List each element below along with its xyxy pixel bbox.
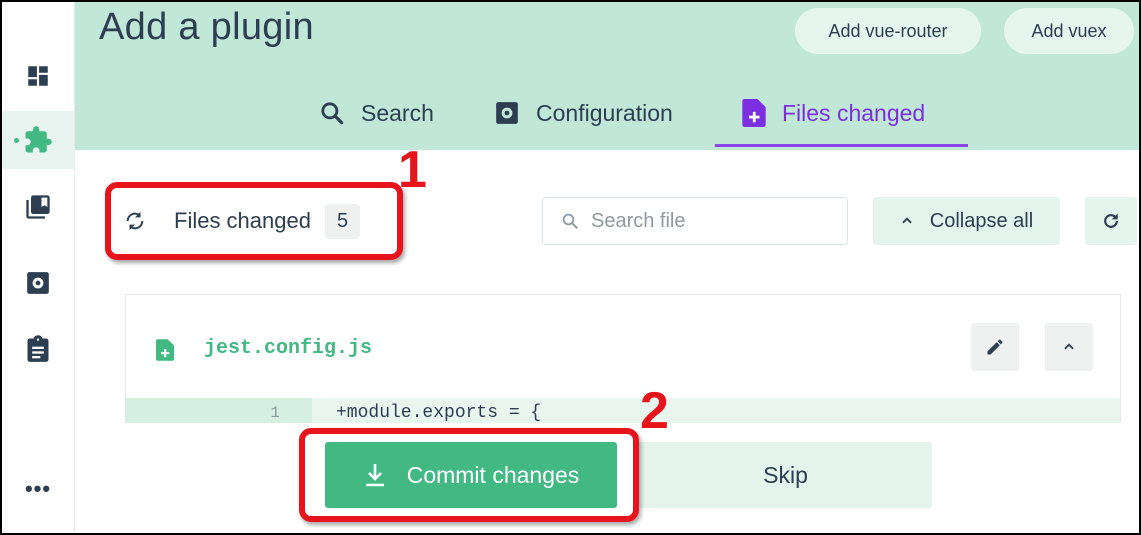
callout-box-1: [105, 182, 403, 260]
file-name[interactable]: jest.config.js: [204, 337, 372, 360]
file-plus-icon: [156, 339, 174, 361]
add-vuex-button[interactable]: Add vuex: [1004, 8, 1134, 54]
sidebar-item-configuration[interactable]: [2, 254, 74, 312]
more-icon[interactable]: •••: [2, 460, 74, 518]
refresh-button[interactable]: [1085, 197, 1137, 245]
sidebar-item-tasks[interactable]: [2, 320, 74, 378]
chevron-up-icon: [1064, 343, 1074, 350]
file-diff-card: jest.config.js 1 +module.exports = {: [125, 294, 1121, 423]
file-plus-icon: [742, 99, 766, 127]
dashboard-icon: [28, 66, 48, 86]
sidebar: •••: [2, 2, 75, 533]
active-tab-indicator: [715, 144, 968, 147]
tab-files-changed[interactable]: Files changed: [742, 80, 925, 146]
search-icon: [319, 100, 345, 126]
sidebar-item-plugins[interactable]: [2, 111, 74, 169]
tab-search[interactable]: Search: [319, 80, 434, 146]
page-title: Add a plugin: [99, 6, 314, 48]
tab-label: Files changed: [782, 99, 926, 126]
tab-label: Search: [361, 99, 434, 126]
sidebar-item-dashboard[interactable]: [2, 47, 74, 105]
clipboard-icon: [27, 335, 49, 362]
app-window: ••• Add a plugin Add vue-router Add vuex…: [0, 0, 1141, 535]
sidebar-item-dependencies[interactable]: [2, 178, 74, 236]
diff-line: 1 +module.exports = {: [126, 398, 1120, 423]
skip-button[interactable]: Skip: [639, 442, 932, 508]
pencil-icon: [987, 339, 1003, 355]
add-vue-router-button[interactable]: Add vue-router: [795, 8, 981, 54]
tab-configuration[interactable]: Configuration: [494, 80, 673, 146]
settings-box-icon: [494, 100, 520, 126]
settings-box-icon: [27, 272, 49, 294]
line-code: +module.exports = {: [312, 398, 1120, 423]
line-number: 1: [126, 398, 312, 423]
collapse-file-button[interactable]: [1045, 323, 1093, 371]
library-icon: [26, 195, 50, 219]
refresh-icon: [1104, 213, 1118, 228]
edit-file-button[interactable]: [971, 323, 1019, 371]
callout-number-1: 1: [398, 141, 427, 199]
page-header: Add a plugin Add vue-router Add vuex Sea…: [75, 2, 1139, 150]
collapse-all-label: Collapse all: [929, 209, 1034, 232]
chevron-up-icon: [902, 217, 912, 224]
collapse-all-button[interactable]: Collapse all: [873, 197, 1060, 245]
search-icon: [562, 213, 578, 229]
puzzle-icon: [25, 126, 52, 153]
tab-label: Configuration: [536, 99, 673, 126]
callout-box-2: [299, 428, 639, 522]
callout-number-2: 2: [640, 382, 669, 440]
search-placeholder: Search file: [591, 209, 686, 232]
active-indicator: [14, 138, 19, 143]
search-file-input[interactable]: Search file: [542, 197, 848, 245]
